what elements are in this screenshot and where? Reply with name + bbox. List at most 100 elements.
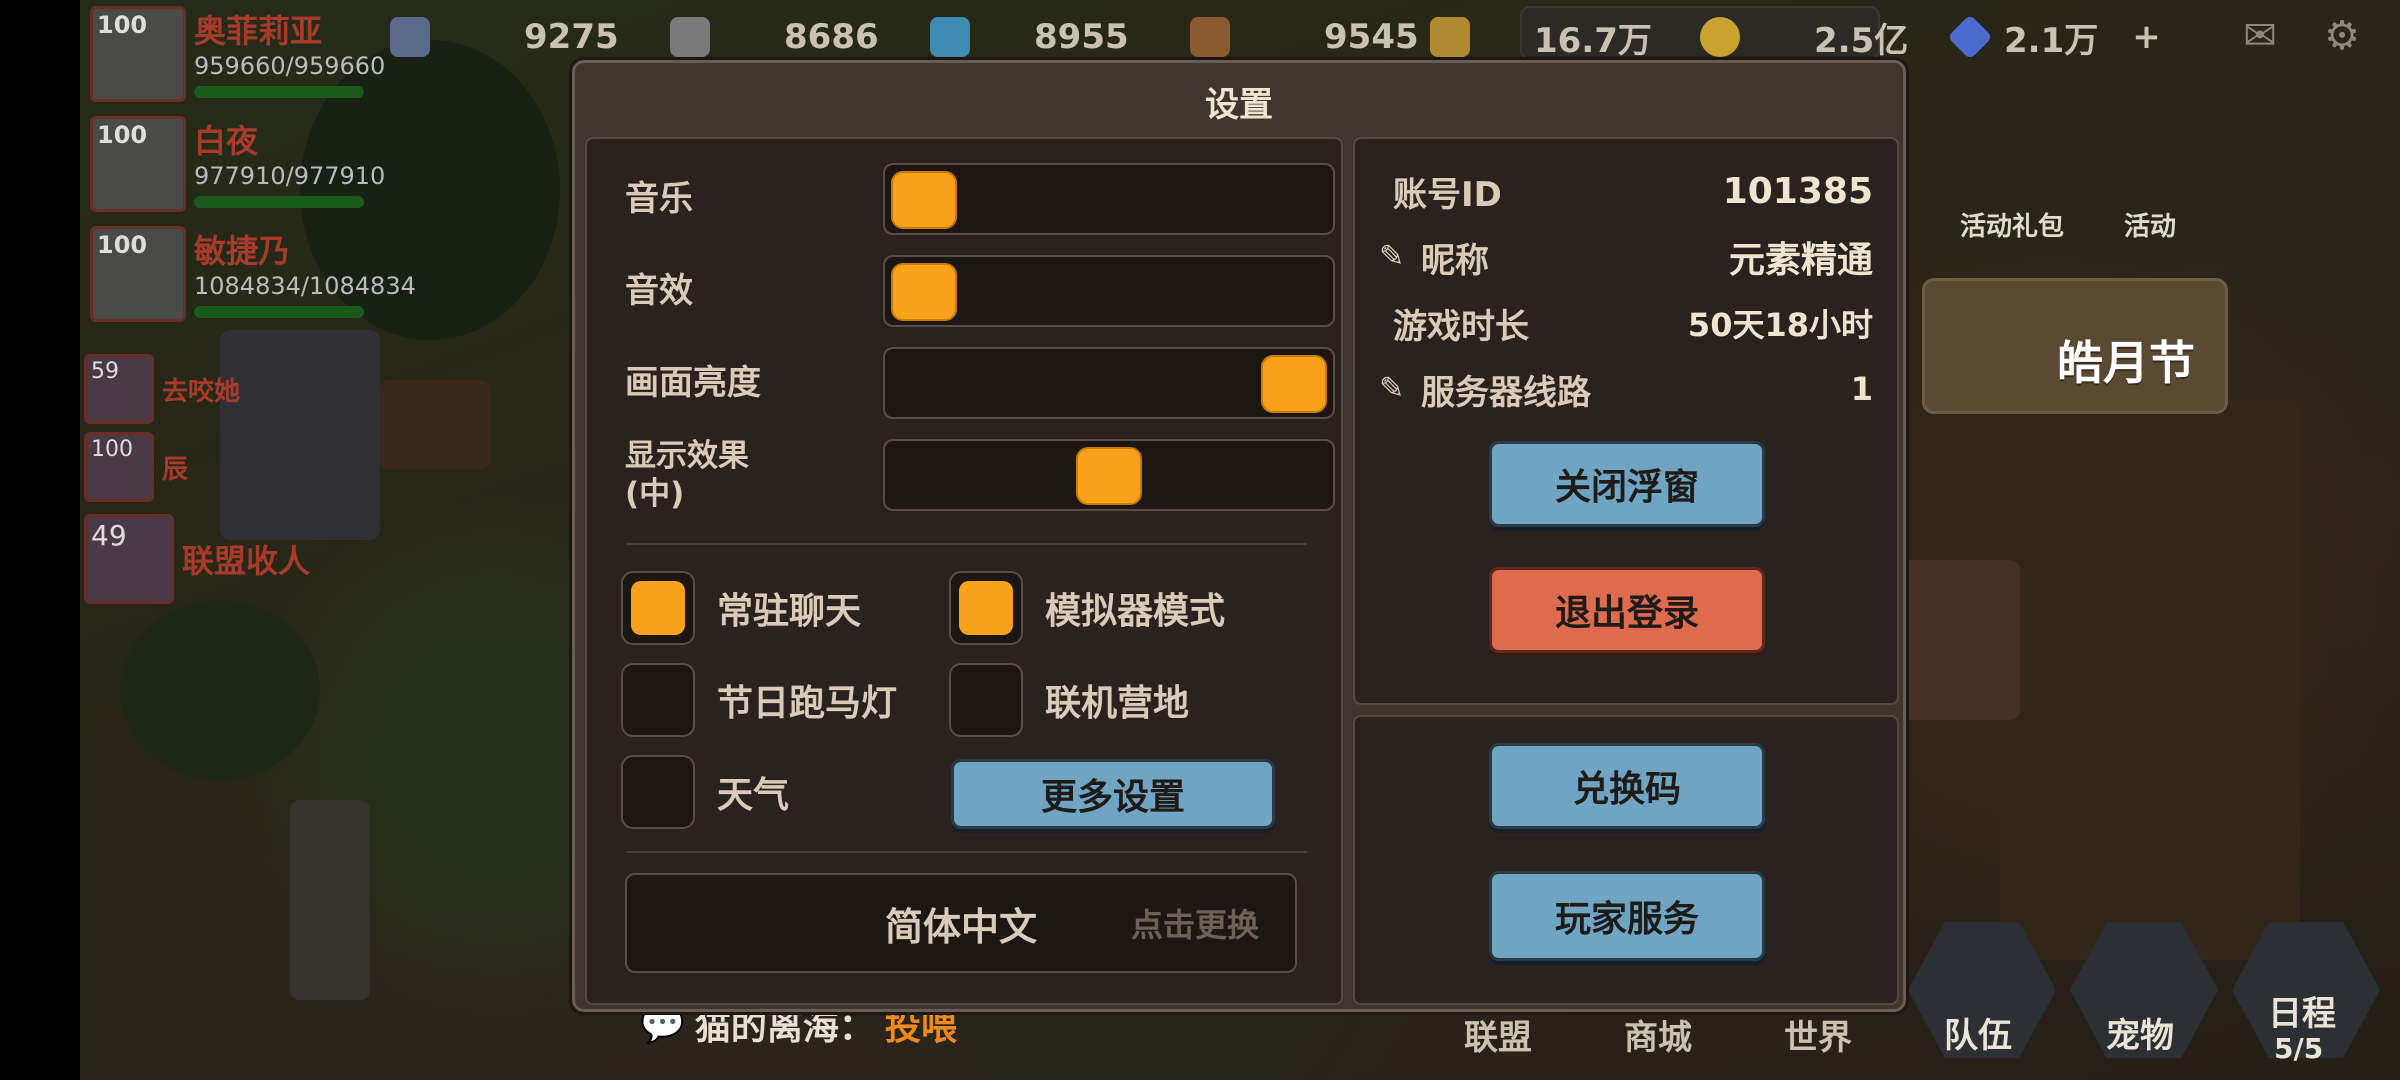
toggle-emulator-mode[interactable]: 模拟器模式 — [949, 569, 1225, 647]
toggle-weather[interactable]: 天气 — [621, 753, 789, 831]
member-hp: 1084834/1084834 — [194, 272, 416, 300]
slider-knob[interactable] — [1076, 447, 1142, 505]
diamond-icon — [1947, 14, 1993, 60]
stone-icon — [670, 17, 710, 57]
minion-name: 去咬她 — [162, 376, 241, 407]
tab-world[interactable]: 世界 — [1784, 1010, 1852, 1059]
more-settings-button[interactable]: 更多设置 — [951, 759, 1275, 829]
schedule-label: 日程 — [2268, 994, 2336, 1034]
event-button[interactable]: 活动 — [2124, 206, 2176, 243]
level-text: 100 — [97, 121, 148, 149]
level-text: 59 — [91, 359, 119, 384]
gear-icon[interactable]: ⚙ — [2314, 14, 2370, 58]
avatar[interactable]: 49 — [84, 514, 174, 604]
resource-crystal: 8955 — [930, 14, 1129, 60]
logout-button[interactable]: 退出登录 — [1489, 567, 1765, 653]
party-member[interactable]: 100 奥菲莉亚 959660/959660 — [90, 6, 385, 102]
toggle-festival-marquee[interactable]: 节日跑马灯 — [621, 661, 897, 739]
avatar[interactable]: 100 — [84, 432, 154, 502]
resource-value: 2.5亿 — [1814, 20, 1909, 61]
language-change-link[interactable]: 点击更换 — [1131, 875, 1259, 971]
checkbox-label: 天气 — [717, 775, 790, 816]
sfx-slider[interactable] — [883, 255, 1335, 327]
festival-banner[interactable]: 皓月节 — [1922, 278, 2228, 414]
account-id-row: 账号ID 101385 — [1393, 161, 1873, 221]
pencil-icon[interactable]: ✎ — [1379, 372, 1413, 406]
level-text: 100 — [97, 231, 148, 259]
resource-diamond: 2.1万 + — [1947, 14, 2161, 61]
hp-bar — [194, 196, 364, 208]
team-label: 队伍 — [1944, 1016, 2012, 1056]
minion-name: 辰 — [162, 454, 189, 485]
sfx-slider-row: 音效 — [625, 251, 1335, 331]
server-row[interactable]: ✎ 服务器线路 1 — [1379, 359, 1873, 419]
event-gift-button[interactable]: 活动礼包 — [1960, 206, 2064, 243]
display-quality-slider[interactable] — [883, 439, 1335, 511]
redeem-code-button[interactable]: 兑换码 — [1489, 743, 1765, 829]
member-name: 敏捷乃 — [194, 232, 291, 270]
playtime-value: 50天18小时 — [1687, 306, 1873, 344]
member-name: 奥菲莉亚 — [194, 12, 323, 50]
avatar[interactable]: 100 — [90, 226, 186, 322]
add-diamond-icon[interactable]: + — [2132, 17, 2161, 57]
resource-coin: 2.5亿 — [1700, 14, 1909, 61]
account-id-value: 101385 — [1722, 170, 1873, 212]
resource-wheat: 16.7万 — [1430, 14, 1652, 61]
brightness-slider[interactable] — [883, 347, 1335, 419]
settings-dialog: 设置 音乐 音效 画面亮度 显示效果 (中) 常驻聊天 模拟器模式 节日跑马灯 … — [572, 60, 1906, 1012]
toggle-online-camp[interactable]: 联机营地 — [949, 661, 1189, 739]
checkbox[interactable] — [621, 663, 695, 737]
server-label: 服务器线路 — [1421, 372, 1591, 413]
checkbox-label: 节日跑马灯 — [717, 683, 898, 724]
display-quality-label: 显示效果 (中) — [625, 438, 749, 512]
sfx-label: 音效 — [625, 271, 693, 311]
checkbox-label: 模拟器模式 — [1045, 591, 1226, 632]
crystal-icon — [930, 17, 970, 57]
hp-bar — [194, 86, 364, 98]
minion-slot[interactable]: 59 去咬她 — [84, 354, 240, 424]
minion-slot[interactable]: 49 联盟收人 — [84, 514, 310, 604]
dialog-title: 设置 — [1205, 85, 1273, 125]
music-slider-row: 音乐 — [625, 159, 1335, 239]
party-member[interactable]: 100 敏捷乃 1084834/1084834 — [90, 226, 416, 322]
toggle-persistent-chat[interactable]: 常驻聊天 — [621, 569, 861, 647]
party-member[interactable]: 100 白夜 977910/977910 — [90, 116, 385, 212]
checkbox[interactable] — [621, 571, 695, 645]
language-value: 简体中文 — [885, 904, 1038, 949]
pet-label: 宠物 — [2106, 1016, 2174, 1056]
display-quality-slider-row: 显示效果 (中) — [625, 435, 1335, 515]
service-panel: 兑换码 玩家服务 — [1353, 715, 1899, 1005]
slider-knob[interactable] — [891, 171, 957, 229]
level-text: 100 — [91, 437, 133, 462]
avatar[interactable]: 100 — [90, 6, 186, 102]
account-id-label: 账号ID — [1393, 174, 1502, 215]
nickname-row[interactable]: ✎ 昵称 元素精通 — [1379, 227, 1873, 287]
resource-stone: 8686 — [670, 14, 879, 60]
music-slider[interactable] — [883, 163, 1335, 235]
coin-icon — [1700, 17, 1740, 57]
wood-icon — [1190, 17, 1230, 57]
pencil-icon[interactable]: ✎ — [1379, 240, 1413, 274]
hp-bar — [194, 306, 364, 318]
nickname-label: 昵称 — [1421, 240, 1489, 281]
checkbox[interactable] — [621, 755, 695, 829]
slider-knob[interactable] — [1261, 355, 1327, 413]
level-text: 49 — [91, 519, 127, 552]
tab-alliance[interactable]: 联盟 — [1464, 1010, 1532, 1059]
close-float-window-button[interactable]: 关闭浮窗 — [1489, 441, 1765, 527]
mail-icon[interactable]: ✉ — [2232, 14, 2288, 58]
member-name: 白夜 — [194, 122, 259, 160]
minion-slot[interactable]: 100 辰 — [84, 432, 188, 502]
language-selector[interactable]: 简体中文 点击更换 — [625, 873, 1297, 973]
member-hp: 959660/959660 — [194, 52, 386, 80]
avatar[interactable]: 100 — [90, 116, 186, 212]
account-panel: 账号ID 101385 ✎ 昵称 元素精通 游戏时长 50天18小时 ✎ 服务器线路… — [1353, 137, 1899, 705]
festival-label: 皓月节 — [2057, 336, 2195, 390]
checkbox[interactable] — [949, 571, 1023, 645]
tab-shop[interactable]: 商城 — [1624, 1010, 1692, 1059]
player-service-button[interactable]: 玩家服务 — [1489, 871, 1765, 961]
playtime-row: 游戏时长 50天18小时 — [1393, 293, 1873, 353]
avatar[interactable]: 59 — [84, 354, 154, 424]
slider-knob[interactable] — [891, 263, 957, 321]
checkbox[interactable] — [949, 663, 1023, 737]
